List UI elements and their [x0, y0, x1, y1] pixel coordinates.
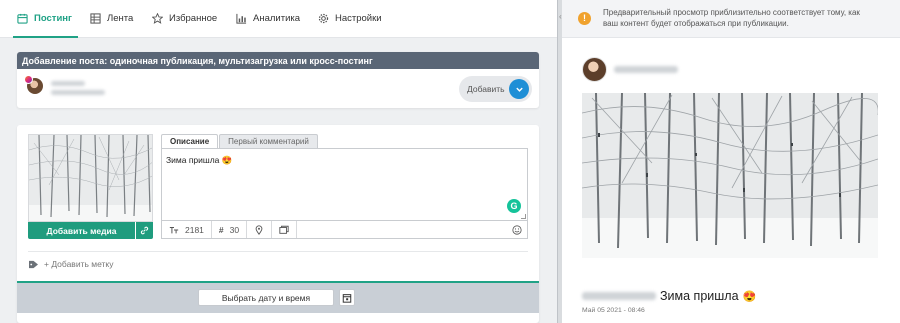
top-nav: Постинг Лента Избранное Аналитика Настро… [0, 0, 557, 38]
star-icon [152, 13, 163, 24]
preview-avatar [582, 57, 607, 82]
hashtag-icon: # [218, 224, 224, 235]
post-text: Зима пришла [166, 155, 220, 165]
smiley-icon [512, 224, 522, 235]
snowy-birch-forest-image [582, 93, 878, 258]
tab-label: Лента [107, 13, 134, 24]
composer-panel: Добавление поста: одиночная публикация, … [0, 38, 557, 323]
add-account-button[interactable]: Добавить [459, 76, 532, 102]
instagram-icon [24, 75, 33, 84]
char-count: 2181 [185, 224, 204, 235]
gallery-icon [279, 225, 289, 234]
resize-handle[interactable] [521, 214, 526, 219]
add-tag-button[interactable]: + Добавить метку [28, 259, 114, 269]
tab-feed[interactable]: Лента [90, 0, 133, 37]
preview-caption-text: Зима пришла [660, 289, 739, 303]
grammarly-icon[interactable]: G [507, 199, 521, 213]
preview-panel: ! Предварительный просмотр приблизительн… [562, 0, 900, 323]
tab-label: Избранное [169, 13, 218, 24]
gallery-button[interactable] [272, 221, 298, 238]
calendar-icon [17, 13, 28, 24]
editor-tabs: Описание Первый комментарий [161, 134, 319, 148]
text-size-icon [169, 226, 179, 233]
calendar-icon [342, 293, 352, 303]
add-media-button[interactable]: Добавить медиа [28, 222, 135, 239]
preview-caption-username-blurred [582, 292, 656, 300]
preview-image [582, 93, 878, 258]
add-tag-label: + Добавить метку [44, 259, 114, 269]
tab-label: Настройки [335, 13, 382, 24]
account-row: Добавить [24, 75, 532, 104]
tab-posting[interactable]: Постинг [13, 0, 78, 38]
account-handle-blurred [51, 90, 105, 95]
emoji-button[interactable] [512, 224, 527, 235]
chevron-down-icon [509, 79, 529, 99]
tab-description[interactable]: Описание [161, 134, 219, 148]
bar-chart-icon [236, 13, 247, 24]
preview-caption: Зима пришла 😍 [582, 289, 756, 303]
account-avatar[interactable] [24, 75, 43, 94]
char-count-cell: 2181 [162, 221, 212, 238]
tab-settings[interactable]: Настройки [318, 0, 382, 37]
gear-icon [318, 13, 329, 24]
tab-favorites[interactable]: Избранное [152, 0, 217, 37]
account-selector-card: Добавление поста: одиночная публикация, … [17, 52, 539, 108]
post-text-area[interactable]: Зима пришла 😍 G [161, 148, 528, 221]
tab-analytics[interactable]: Аналитика [236, 0, 300, 37]
preview-username-blurred [614, 66, 678, 73]
media-thumbnail[interactable] [28, 134, 153, 222]
hashtag-count: 30 [229, 224, 240, 235]
account-name-blurred [51, 81, 85, 86]
location-button[interactable] [247, 221, 273, 238]
link-icon [140, 226, 149, 235]
divider [28, 251, 528, 252]
location-pin-icon [255, 224, 263, 235]
snowy-birch-image [29, 135, 152, 221]
editor-toolbar: 2181 # 30 [161, 221, 528, 239]
tab-label: Постинг [34, 13, 72, 24]
preview-date: Май 05 2021 - 08:46 [582, 307, 645, 314]
tag-icon [29, 260, 38, 268]
tab-label: Аналитика [253, 13, 301, 24]
grid-icon [90, 13, 101, 24]
preview-notice-text: Предварительный просмотр приблизительно … [603, 7, 860, 28]
link-button[interactable] [136, 222, 153, 239]
hashtag-count-cell: # 30 [212, 221, 248, 238]
add-account-label: Добавить [467, 84, 505, 94]
warning-icon: ! [578, 12, 591, 25]
section-title: Добавление поста: одиночная публикация, … [17, 52, 539, 69]
post-text-emoji: 😍 [221, 155, 233, 165]
tab-first-comment[interactable]: Первый комментарий [219, 134, 318, 148]
calendar-button[interactable] [339, 289, 355, 306]
preview-caption-emoji: 😍 [742, 290, 757, 303]
choose-date-button[interactable]: Выбрать дату и время [198, 289, 334, 306]
preview-notice: ! Предварительный просмотр приблизительн… [562, 0, 900, 38]
schedule-bar: Выбрать дату и время [17, 281, 539, 313]
